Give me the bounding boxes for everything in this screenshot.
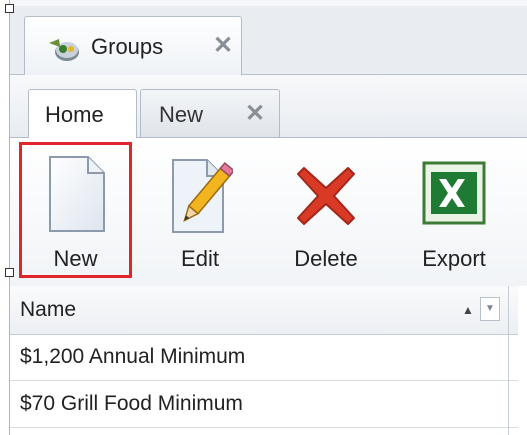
resize-handle[interactable] [5,268,14,277]
table-row[interactable]: $1,200 Annual Minimum [10,335,518,381]
groups-grid: Name ▲ ▼ $1,200 Annual Minimum $70 Grill… [10,286,527,435]
ribbon-toolbar: New Edit Delete Export [10,137,527,287]
tab-new-label: New [159,102,204,127]
new-button[interactable]: New [19,142,132,278]
grid-border [508,286,509,435]
table-row[interactable]: $70 Grill Food Minimum [10,382,518,428]
groups-icon [47,35,81,63]
edit-document-icon [167,154,236,239]
delete-icon [294,164,358,233]
export-button-label: Export [422,246,486,271]
document-tab-strip: Groups ✕ [10,6,527,75]
tab-home[interactable]: Home [28,89,137,138]
filter-dropdown-icon[interactable]: ▼ [480,297,500,321]
edit-button-label: Edit [181,246,219,271]
delete-button[interactable]: Delete [272,142,380,278]
sort-ascending-icon: ▲ [462,303,474,317]
column-header-name[interactable]: Name ▲ ▼ [10,286,518,335]
close-icon[interactable]: ✕ [213,33,233,59]
resize-handle[interactable] [5,4,14,13]
tab-home-label: Home [45,102,104,127]
tab-groups-label: Groups [91,34,164,59]
delete-button-label: Delete [294,246,358,271]
table-cell-name: $70 Grill Food Minimum [20,392,243,415]
excel-export-icon [421,160,487,231]
new-button-label: New [53,246,98,271]
new-document-icon [44,154,108,239]
tab-groups[interactable]: Groups ✕ [24,16,242,75]
ribbon-tab-strip: Home New ✕ [10,75,527,138]
edit-button[interactable]: Edit [150,142,250,278]
export-button[interactable]: Export [396,142,512,278]
column-header-label: Name [20,298,77,321]
table-cell-name: $1,200 Annual Minimum [20,345,246,368]
close-icon[interactable]: ✕ [245,99,265,128]
tab-new[interactable]: New ✕ [140,89,280,137]
